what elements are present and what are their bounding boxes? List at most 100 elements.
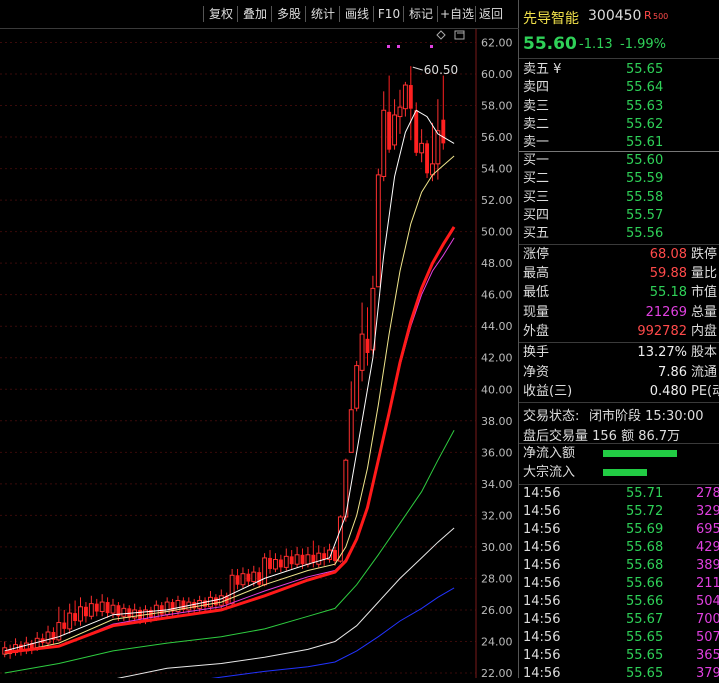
price-axis-label: 24.00 [481, 635, 513, 648]
tick-volume: 429 [696, 540, 719, 555]
tick-price: 55.65 [626, 648, 664, 663]
tick-price: 55.65 [626, 666, 664, 681]
stat-row: 外盘 992782 内盘 [519, 323, 719, 341]
stat-label-right: 股本 [691, 345, 718, 360]
tick-row: 14:56 55.66 504 [519, 593, 719, 611]
tick-time: 14:56 [523, 486, 561, 501]
tick-volume: 700 [696, 612, 719, 627]
candle-body [268, 557, 272, 569]
candle-body [110, 604, 116, 614]
candle-body [425, 143, 429, 174]
candlestick-chart[interactable]: 62.00 60.00 58.00 56.00 54.00 52.00 50.00 48.00… [0, 0, 519, 678]
candle-body [419, 142, 425, 154]
order-price: 55.65 [626, 62, 664, 77]
high-marker-pointer [412, 66, 423, 71]
candle-body [78, 606, 83, 622]
order-level-label: 卖五 ¥ [523, 62, 562, 77]
price-axis-label: 48.00 [481, 257, 513, 270]
diamond-icon[interactable] [436, 30, 446, 40]
order-level-label: 卖一 [523, 135, 550, 151]
trade-status: 交易状态: 闭市阶段 15:30:00 盘后交易量 156 额 86.7万 [519, 403, 719, 444]
stat-label: 最高 [523, 266, 550, 282]
after-hours-volume: 盘后交易量 156 额 86.7万 [523, 429, 681, 444]
capital-flow-row: 大宗流入 [519, 464, 719, 482]
tick-price: 55.69 [626, 522, 664, 537]
divider [519, 342, 719, 343]
tick-volume: 507 [696, 630, 719, 645]
tick-row: 14:56 55.65 379 [519, 665, 719, 683]
candle-body [218, 595, 224, 606]
price-axis-label: 44.00 [481, 320, 513, 333]
candle-body [392, 114, 398, 146]
price-axis-label: 62.00 [481, 36, 513, 49]
buy-order-row: 买一 55.60 [519, 152, 719, 170]
restore-window-icon[interactable] [454, 30, 465, 40]
tick-row: 14:56 55.71 278 [519, 485, 719, 503]
tick-volume: 278 [696, 486, 719, 501]
tick-row: 14:56 55.68 429 [519, 539, 719, 557]
candle-body [235, 575, 240, 585]
candle-body [257, 572, 262, 585]
candle-body [197, 599, 203, 609]
stat-value: 992782 [637, 323, 687, 339]
candle-body [262, 557, 268, 586]
moving-average-line [4, 429, 455, 674]
tick-row: 14:56 55.65 507 [519, 629, 719, 647]
order-level-label: 买四 [523, 207, 550, 223]
tick-volume: 379 [696, 666, 719, 681]
tick-price: 55.68 [626, 558, 664, 573]
sell-order-row: 卖五 ¥ 55.65 [519, 61, 719, 79]
tick-volume: 211 [696, 576, 719, 591]
stat-row: 净资 7.86 流通 [519, 364, 719, 382]
candle-body [67, 612, 73, 630]
flow-bar [603, 469, 647, 476]
candle-body [283, 555, 289, 568]
stat-value: 13.27% [637, 345, 687, 360]
tick-time: 14:56 [523, 648, 561, 663]
r-badge-sub: 500 [653, 12, 669, 21]
price-axis-label: 60.00 [481, 68, 513, 81]
candle-body [208, 596, 213, 608]
order-level-label: 卖二 [523, 116, 550, 132]
stock-header: 先导智能 300450 R 500 [519, 8, 719, 28]
tick-volume: 389 [696, 558, 719, 573]
stat-label-right: 市值 [691, 285, 718, 301]
candle-body [435, 130, 441, 165]
stat-row: 换手 13.27% 股本 [519, 344, 719, 362]
candle-body [365, 338, 370, 354]
stat-row: 收益(三) 0.480 PE(动) [519, 383, 719, 401]
candle-body [94, 603, 99, 612]
quote-panel: 先导智能 300450 R 500 55.60 -1.13 -1.99% 卖五 … [519, 0, 719, 681]
divider [519, 244, 719, 245]
candle-body [62, 622, 67, 629]
price-axis-label: 38.00 [481, 415, 513, 428]
event-marker-dot [430, 45, 433, 48]
event-marker-dot [387, 45, 390, 48]
price-axis-label: 28.00 [481, 572, 513, 585]
candle-body [45, 631, 51, 644]
candle-body [381, 109, 387, 177]
candle-body [121, 607, 127, 617]
candle-body [305, 554, 311, 565]
price-axis-label: 36.00 [481, 446, 513, 459]
tick-time: 14:56 [523, 630, 561, 645]
tick-row: 14:56 55.65 365 [519, 647, 719, 665]
last-price: 55.60 [523, 34, 577, 54]
stat-label-right: 量比 [691, 266, 718, 282]
stat-value: 0.480 [649, 384, 687, 399]
order-price: 55.60 [626, 153, 664, 168]
candle-body [272, 559, 278, 570]
tick-volume: 695 [696, 522, 719, 537]
candle-body [359, 333, 365, 371]
price-axis-label: 30.00 [481, 541, 513, 554]
trade-status-value: 闭市阶段 15:30:00 [589, 409, 704, 424]
buy-order-row: 买三 55.58 [519, 189, 719, 207]
candle-body [73, 613, 78, 621]
candle-body [300, 554, 305, 565]
tick-price: 55.68 [626, 540, 664, 555]
candle-body [229, 574, 235, 605]
stat-row: 涨停 68.08 跌停 [519, 246, 719, 264]
tick-row: 14:56 55.66 211 [519, 575, 719, 593]
moving-average-line [4, 226, 456, 654]
tick-time: 14:56 [523, 594, 561, 609]
